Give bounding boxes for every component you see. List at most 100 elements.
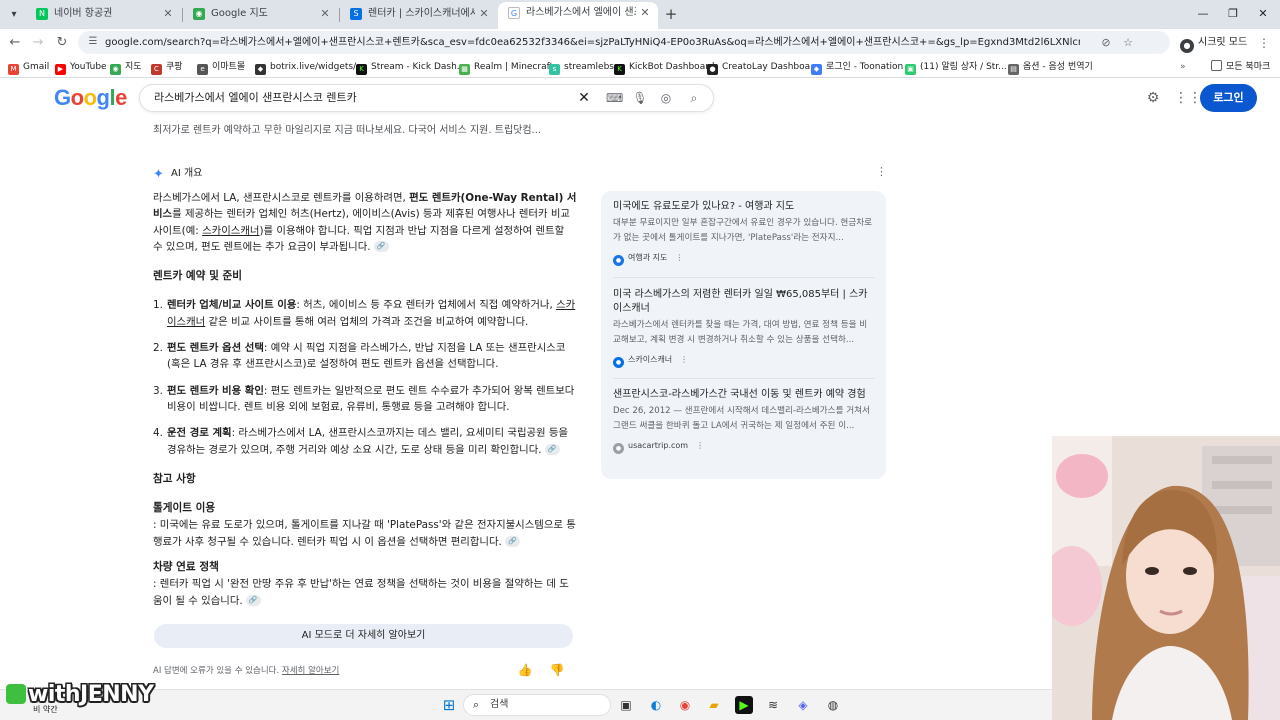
chrome-icon[interactable]: ◉ [676,696,694,714]
bookmarks-overflow-icon[interactable]: » [1180,59,1186,75]
bookmark-kickbot[interactable]: K KickBot Dashboard [614,59,714,75]
minimize-icon[interactable]: — [1188,5,1218,23]
source-site: ● 여행과 지도 ⋮ [613,252,875,266]
note-title: 차량 연료 정책 [153,561,219,574]
discord-icon[interactable]: ◈ [794,696,812,714]
bookmark-voice-translator[interactable]: ▤ 옵션 - 음성 번역기 [1008,59,1093,75]
reload-icon[interactable]: ↻ [52,33,72,53]
clear-icon[interactable]: ✕ [576,90,592,106]
edge-icon[interactable]: ◐ [647,696,665,714]
bookmark-coupang[interactable]: C 쿠팡 [151,59,183,75]
note-text: : 미국에는 유료 도로가 있으며, 톨게이트를 지나갈 때 'PlatePas… [153,517,577,550]
bookmark-label: Stream - Kick Dash... [371,62,466,72]
browser-toolbar: ← → ↻ ☰ google.com/search?q=라스베가스에서+엘에이+… [0,29,1280,56]
step-number: 2. [153,342,163,355]
lens-icon[interactable]: ◎ [658,90,674,106]
windows-start-icon[interactable]: ⊞ [440,696,458,714]
incognito-indicator[interactable]: ● 시크릿 모드 [1180,33,1247,53]
more-options-icon[interactable]: ⋮ [680,355,688,364]
bookmark-maps[interactable]: ◉ 지도 [110,59,142,75]
new-tab-icon[interactable]: + [662,4,680,24]
bookmark-emart[interactable]: e 이마트몰 [197,59,245,75]
taskbar-search-label: 검색 [490,699,509,710]
more-options-icon[interactable]: ⋮ [696,441,704,450]
bookmark-realm[interactable]: ▦ Realm | Minecraft [459,59,553,75]
bookmark-toonation[interactable]: ◆ 로그인 - Toonation [811,59,903,75]
bookmark-label: 지도 [125,62,142,72]
source-link-icon[interactable]: 🔗 [245,595,261,607]
taskbar-search[interactable]: ⌕ 검색 [463,694,611,716]
eye-off-icon[interactable]: ⊘ [1098,35,1114,51]
bookmark-streamlabs[interactable]: s streamlebs [549,59,614,75]
bookmark-kick-stream[interactable]: K Stream - Kick Dash... [356,59,465,75]
streamer-camera-image [1052,436,1280,720]
ai-mode-more-button[interactable]: AI 모드로 더 자세히 알아보기 [154,624,573,648]
close-icon[interactable]: ✕ [318,3,332,25]
list-item: 3. 편도 렌트카 비용 확인: 편도 렌트카는 일반적으로 편도 렌트 수수료… [153,383,577,416]
window-close-icon[interactable]: ✕ [1248,5,1278,23]
kick-app-icon[interactable]: ▶ [735,696,753,714]
ai-sparkle-icon: ✦ [153,167,164,182]
source-title[interactable]: 미국 라스베가스의 저렴한 렌터카 일일 ₩65,085부터 | 스카이스캐너 [613,288,875,316]
forward-arrow-icon[interactable]: → [28,33,48,53]
skyscanner-link[interactable]: 스카이스캐너 [202,225,259,237]
step-number: 3. [153,384,163,397]
ai-overview-menu-icon[interactable]: ⋮ [876,165,887,178]
close-icon[interactable]: ✕ [638,2,652,24]
search-icon[interactable]: ⌕ [686,90,702,106]
obs-icon[interactable]: ◍ [824,696,842,714]
tab-google-maps[interactable]: ◉ Google 지도 ✕ [183,3,338,27]
intro-text: 라스베가스에서 LA, 샌프란시스코로 렌트카를 이용하려면, [153,192,410,204]
microphone-icon[interactable]: 🎙 [632,90,648,106]
step-number: 4. [153,427,163,440]
layers-app-icon[interactable]: ≋ [764,696,782,714]
note-title: 톨게이트 이용 [153,502,216,515]
thumbs-up-icon[interactable]: 👍 [517,662,533,678]
source-title[interactable]: 미국에도 유료도로가 있나요? - 여행과 지도 [613,200,875,214]
keyboard-icon[interactable]: ⌨ [606,90,623,106]
google-favicon-icon: G [508,7,520,19]
bookmark-youtube[interactable]: ▶ YouTube [55,59,107,75]
ai-intro-paragraph: 라스베가스에서 LA, 샌프란시스코로 렌트카를 이용하려면, 편도 렌트카(O… [153,190,577,255]
settings-gear-icon[interactable]: ⚙ [1144,89,1162,107]
browser-menu-icon[interactable]: ⋮ [1257,33,1271,53]
tab-strip: ▾ N 네이버 항공권 ✕ ◉ Google 지도 ✕ S 렌터카 | 스카이스… [0,0,1280,29]
all-bookmarks-folder[interactable]: 모든 북마크 [1211,59,1270,75]
section-title: 렌트카 예약 및 준비 [153,270,243,283]
close-icon[interactable]: ✕ [161,3,175,25]
source-title[interactable]: 샌프란시스코-라스베가스간 국내선 이동 및 렌트카 예약 경험 [613,388,875,402]
bookmark-botrix[interactable]: ◆ botrix.live/widgets/... [255,59,365,75]
site-info-icon[interactable]: ☰ [86,35,100,49]
bookmark-gmail[interactable]: M Gmail [8,59,49,75]
bookmark-star-icon[interactable]: ☆ [1120,35,1136,51]
source-card[interactable]: 미국 라스베가스의 저렴한 렌터카 일일 ₩65,085부터 | 스카이스캐너 … [613,288,875,368]
back-arrow-icon[interactable]: ← [5,33,25,53]
url-text[interactable]: google.com/search?q=라스베가스에서+엘에이+샌프란시스코+렌… [105,31,1080,54]
tab-search-icon[interactable]: ▾ [4,5,24,25]
windows-taskbar: ⊞ ⌕ 검색 ▣ ◐ ◉ ▰ ▶ ≋ ◈ ◍ [0,689,1052,720]
source-link-icon[interactable]: 🔗 [504,536,520,548]
source-link-icon[interactable]: 🔗 [544,444,560,456]
bookmark-alert-box[interactable]: ▣ (11) 알림 상자 / Str... [905,59,1007,75]
restore-icon[interactable]: ❐ [1218,5,1248,23]
login-button[interactable]: 로그인 [1200,84,1257,112]
tab-google-search[interactable]: G 라스베가스에서 엘에이 샌프란 ✕ [498,2,658,29]
bookmark-label: CreatoLay Dashboa... [722,62,819,72]
learn-more-link[interactable]: 자세히 알아보기 [282,666,339,676]
apps-grid-icon[interactable]: ⋮⋮ [1174,89,1202,107]
task-view-icon[interactable]: ▣ [617,696,635,714]
tab-skyscanner[interactable]: S 렌터카 | 스카이스캐너에서 리 ✕ [340,3,497,27]
file-explorer-icon[interactable]: ▰ [705,696,723,714]
close-icon[interactable]: ✕ [477,3,491,25]
search-box[interactable]: 라스베가스에서 엘에이 샌프란시스코 렌트카 ✕ ⌨ 🎙 ◎ ⌕ [139,84,714,112]
thumbs-down-icon[interactable]: 👎 [549,662,565,678]
tab-naver-flights[interactable]: N 네이버 항공권 ✕ [26,3,181,27]
search-input[interactable]: 라스베가스에서 엘에이 샌프란시스코 렌트카 [154,85,357,111]
source-link-icon[interactable]: 🔗 [373,241,389,253]
address-bar[interactable]: ☰ google.com/search?q=라스베가스에서+엘에이+샌프란시스코… [78,31,1170,54]
source-card[interactable]: 미국에도 유료도로가 있나요? - 여행과 지도 대부분 무료이지만 일부 혼잡… [613,200,875,266]
more-options-icon[interactable]: ⋮ [675,253,683,262]
google-logo[interactable]: Google [54,85,127,111]
bookmark-creatolay[interactable]: ● CreatoLay Dashboa... [707,59,819,75]
source-card[interactable]: 샌프란시스코-라스베가스간 국내선 이동 및 렌트카 예약 경험 Dec 26,… [613,388,875,454]
